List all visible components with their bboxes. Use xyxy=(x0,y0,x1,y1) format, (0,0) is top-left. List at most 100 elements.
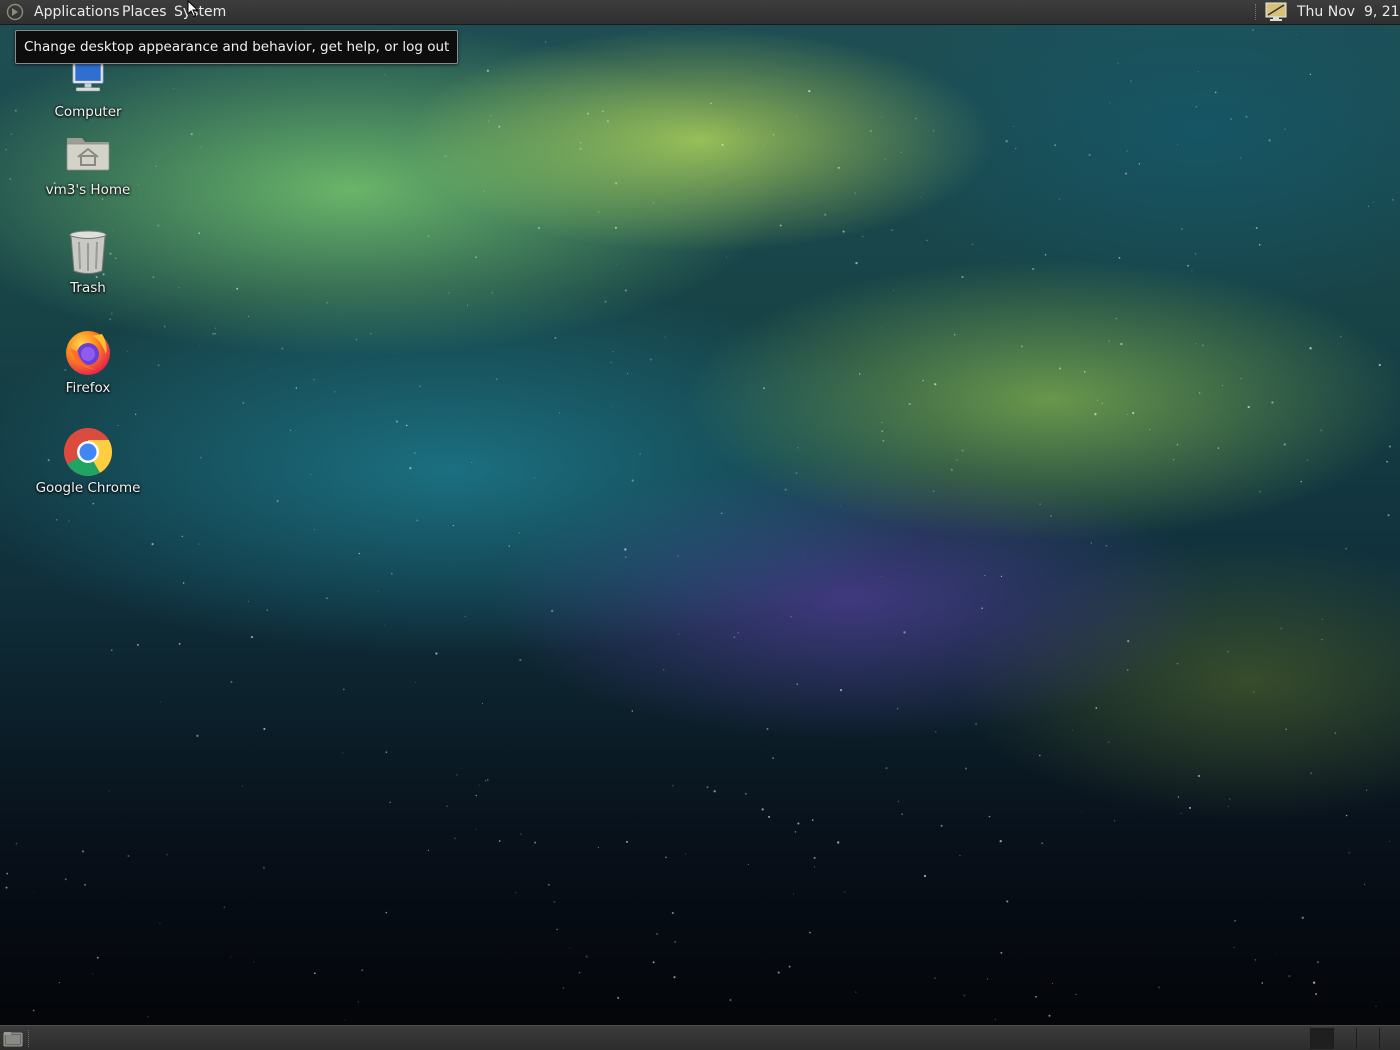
wallpaper-star xyxy=(241,785,243,787)
wallpaper-star xyxy=(733,636,736,639)
wallpaper-star xyxy=(1295,33,1297,35)
wallpaper-star xyxy=(92,502,95,505)
wallpaper-star xyxy=(456,774,458,776)
wallpaper-star xyxy=(1181,228,1183,230)
wallpaper-star xyxy=(896,707,899,710)
wallpaper-star xyxy=(486,69,490,72)
wallpaper-star xyxy=(1138,163,1141,165)
wallpaper-star xyxy=(355,338,358,341)
wallpaper-star xyxy=(377,591,379,593)
wallpaper-star xyxy=(1372,201,1374,204)
wallpaper-star xyxy=(920,196,921,198)
wallpaper-star xyxy=(940,824,943,827)
wallpaper-star xyxy=(495,378,498,380)
wallpaper-star xyxy=(405,424,408,427)
wallpaper-star xyxy=(614,226,617,229)
wallpaper-star xyxy=(1240,378,1242,380)
wallpaper-star xyxy=(230,956,232,958)
wallpaper-star xyxy=(671,911,674,915)
wallpaper-star xyxy=(1120,342,1123,346)
desktop[interactable]: Applications Places System Thu Nov 9, 21… xyxy=(0,0,1400,1050)
wallpaper-star xyxy=(880,576,882,578)
wallpaper-star xyxy=(987,978,989,980)
display-tray-icon[interactable] xyxy=(1265,2,1287,22)
wallpaper-star xyxy=(96,956,99,959)
workspace-4[interactable] xyxy=(1379,1028,1400,1049)
wallpaper-star xyxy=(627,372,629,374)
wallpaper-star xyxy=(263,727,266,730)
desktop-icon-home[interactable]: vm3's Home xyxy=(28,128,148,198)
wallpaper-star xyxy=(342,752,344,754)
wallpaper-star xyxy=(824,213,827,216)
wallpaper-star xyxy=(624,548,627,551)
wallpaper-star xyxy=(975,723,978,726)
wallpaper-star xyxy=(313,378,315,381)
wallpaper-star xyxy=(391,572,393,575)
wallpaper-star xyxy=(1271,401,1274,404)
wallpaper-star xyxy=(1300,480,1302,483)
wallpaper-star xyxy=(1285,728,1287,730)
wallpaper-star xyxy=(1083,370,1086,373)
wallpaper-star xyxy=(710,102,712,105)
wallpaper-star xyxy=(1365,789,1368,791)
wallpaper-star xyxy=(109,318,111,320)
wallpaper-star xyxy=(881,327,882,329)
wallpaper-star xyxy=(444,155,447,158)
wallpaper-star xyxy=(1105,545,1107,547)
wallpaper-star xyxy=(1233,946,1235,949)
menu-logo-icon[interactable] xyxy=(6,3,24,21)
desktop-icon-trash[interactable]: Trash xyxy=(28,226,148,296)
wallpaper-star xyxy=(1013,125,1015,127)
wallpaper-star xyxy=(554,336,557,339)
menu-applications[interactable]: Applications xyxy=(34,3,120,21)
wallpaper-star xyxy=(173,88,175,90)
wallpaper-star xyxy=(1058,367,1062,370)
wallpaper-star xyxy=(212,332,215,335)
wallpaper-star xyxy=(1375,1005,1377,1007)
wallpaper-star xyxy=(569,947,571,949)
wallpaper-star xyxy=(314,529,316,531)
wallpaper-star xyxy=(900,151,902,154)
wallpaper-star xyxy=(214,327,216,329)
chrome-icon xyxy=(64,428,113,477)
clock[interactable]: Thu Nov 9, 21:15 xyxy=(1297,3,1400,21)
wallpaper-star xyxy=(1114,820,1116,822)
wallpaper-star xyxy=(484,780,487,782)
desktop-icon-label: Firefox xyxy=(65,380,111,396)
menu-places[interactable]: Places xyxy=(122,3,167,21)
wallpaper-star xyxy=(1334,732,1337,734)
wallpaper-star xyxy=(639,453,641,455)
desktop-icon-chrome[interactable]: Google Chrome xyxy=(28,426,148,496)
workspace-3[interactable] xyxy=(1356,1028,1379,1049)
wallpaper-star xyxy=(625,556,627,558)
wallpaper-star xyxy=(797,447,799,449)
wallpaper-star xyxy=(1309,347,1312,350)
wallpaper-star xyxy=(1090,542,1092,544)
wallpaper-star xyxy=(5,149,7,151)
wallpaper-star xyxy=(538,227,540,229)
wallpaper-star xyxy=(10,133,12,135)
wallpaper-star xyxy=(1187,264,1190,267)
wallpaper-star xyxy=(248,316,250,318)
menu-system[interactable]: System xyxy=(174,3,226,21)
wallpaper-star xyxy=(199,456,202,459)
wallpaper-star xyxy=(1214,91,1217,94)
show-desktop-icon[interactable] xyxy=(3,1031,23,1047)
wallpaper-star xyxy=(963,994,966,997)
workspace-2[interactable] xyxy=(1333,1028,1356,1049)
desktop-icon-firefox[interactable]: Firefox xyxy=(28,326,148,396)
wallpaper-star xyxy=(84,883,86,886)
wallpaper-star xyxy=(1191,269,1193,272)
workspace-1[interactable] xyxy=(1310,1028,1333,1049)
wallpaper-star xyxy=(498,840,501,842)
wallpaper-star xyxy=(1035,995,1037,998)
wallpaper-star xyxy=(466,304,469,306)
wallpaper-star xyxy=(361,969,364,972)
wallpaper-star xyxy=(190,133,193,136)
wallpaper-star xyxy=(1058,198,1061,201)
wallpaper-star xyxy=(1391,198,1394,201)
wallpaper-star xyxy=(1309,73,1312,76)
wallpaper-star xyxy=(768,815,771,818)
wallpaper-star xyxy=(772,757,774,759)
wallpaper-star xyxy=(295,387,298,389)
